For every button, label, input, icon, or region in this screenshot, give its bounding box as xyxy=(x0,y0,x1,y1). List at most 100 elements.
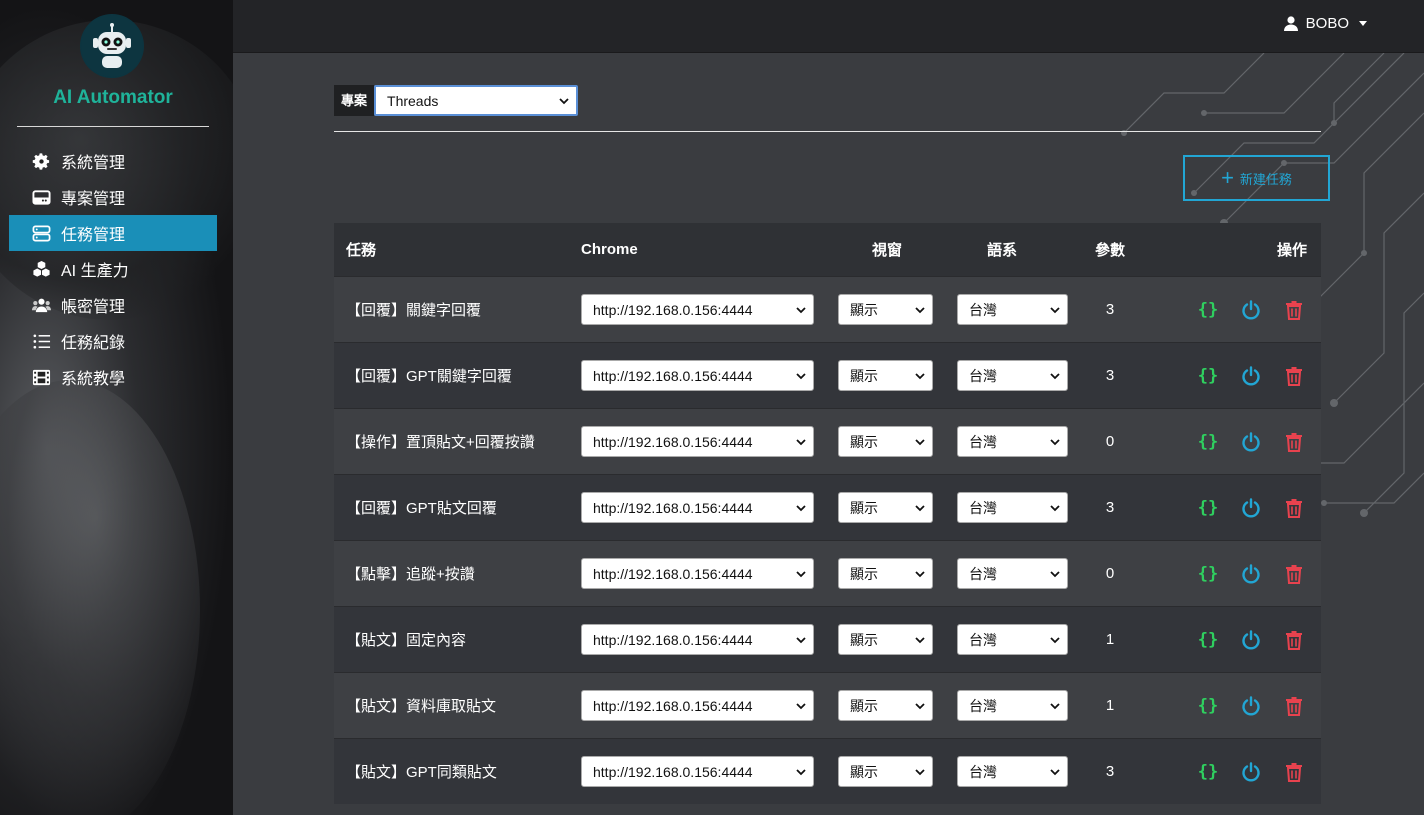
delete-button[interactable] xyxy=(1281,495,1307,521)
chevron-down-icon xyxy=(796,306,806,313)
window-select[interactable]: 顯示 xyxy=(838,426,933,457)
delete-button[interactable] xyxy=(1281,693,1307,719)
chrome-select[interactable]: http://192.168.0.156:4444 xyxy=(581,558,814,589)
language-select[interactable]: 台灣 xyxy=(957,690,1068,721)
chevron-down-icon xyxy=(915,504,925,511)
params-count: 1 xyxy=(1105,631,1115,648)
run-button[interactable] xyxy=(1238,297,1264,323)
language-select-value: 台灣 xyxy=(969,697,997,714)
window-select[interactable]: 顯示 xyxy=(838,294,933,325)
chrome-select[interactable]: http://192.168.0.156:4444 xyxy=(581,624,814,655)
params-count: 0 xyxy=(1105,433,1115,450)
delete-button[interactable] xyxy=(1281,759,1307,785)
sidebar-item-tutorial[interactable]: 系統教學 xyxy=(9,359,217,395)
chevron-down-icon xyxy=(559,97,569,104)
window-select[interactable]: 顯示 xyxy=(838,690,933,721)
row-actions: {} xyxy=(1130,363,1321,389)
sidebar-item-projects[interactable]: 專案管理 xyxy=(9,179,217,215)
window-select-value: 顯示 xyxy=(850,433,878,450)
table-row: 【貼文】資料庫取貼文 http://192.168.0.156:4444 顯示 … xyxy=(334,672,1321,738)
edit-params-button[interactable]: {} xyxy=(1195,627,1221,653)
chevron-down-icon xyxy=(915,768,925,775)
chrome-select[interactable]: http://192.168.0.156:4444 xyxy=(581,756,814,787)
edit-params-button[interactable]: {} xyxy=(1195,429,1221,455)
language-select[interactable]: 台灣 xyxy=(957,558,1068,589)
window-select[interactable]: 顯示 xyxy=(838,756,933,787)
chrome-select[interactable]: http://192.168.0.156:4444 xyxy=(581,426,814,457)
row-actions: {} xyxy=(1130,297,1321,323)
sidebar-item-tasks[interactable]: 任務管理 xyxy=(9,215,217,251)
braces-icon: {} xyxy=(1197,563,1219,584)
divider xyxy=(17,126,209,127)
new-task-label: 新建任務 xyxy=(1239,171,1292,187)
window-select[interactable]: 顯示 xyxy=(838,360,933,391)
header-language: 語系 xyxy=(987,242,1018,259)
window-select-value: 顯示 xyxy=(850,565,878,582)
sidebar-item-accounts[interactable]: 帳密管理 xyxy=(9,287,217,323)
task-name: 【回覆】關鍵字回覆 xyxy=(346,302,482,319)
chevron-down-icon xyxy=(1050,570,1060,577)
edit-params-button[interactable]: {} xyxy=(1195,495,1221,521)
power-icon xyxy=(1242,431,1260,451)
row-actions: {} xyxy=(1130,429,1321,455)
trash-icon xyxy=(1286,366,1302,386)
project-select-value: Threads xyxy=(387,92,439,109)
trash-icon xyxy=(1286,300,1302,320)
language-select[interactable]: 台灣 xyxy=(957,294,1068,325)
language-select[interactable]: 台灣 xyxy=(957,756,1068,787)
braces-icon: {} xyxy=(1197,497,1219,518)
window-select[interactable]: 顯示 xyxy=(838,624,933,655)
delete-button[interactable] xyxy=(1281,429,1307,455)
run-button[interactable] xyxy=(1238,693,1264,719)
run-button[interactable] xyxy=(1238,759,1264,785)
window-select[interactable]: 顯示 xyxy=(838,558,933,589)
run-button[interactable] xyxy=(1238,363,1264,389)
language-select[interactable]: 台灣 xyxy=(957,360,1068,391)
window-select-value: 顯示 xyxy=(850,499,878,516)
language-select[interactable]: 台灣 xyxy=(957,492,1068,523)
run-button[interactable] xyxy=(1238,429,1264,455)
gear-icon xyxy=(31,151,51,171)
chevron-down-icon xyxy=(1050,636,1060,643)
sidebar-item-label: 帳密管理 xyxy=(61,299,126,316)
sidebar-item-task-log[interactable]: 任務紀錄 xyxy=(9,323,217,359)
row-actions: {} xyxy=(1130,627,1321,653)
user-menu[interactable]: BOBO xyxy=(1283,15,1367,32)
user-icon xyxy=(1283,16,1298,31)
edit-params-button[interactable]: {} xyxy=(1195,363,1221,389)
chevron-down-icon xyxy=(796,504,806,511)
edit-params-button[interactable]: {} xyxy=(1195,297,1221,323)
list-icon xyxy=(31,331,51,351)
drive-icon xyxy=(31,187,51,207)
table-row: 【回覆】GPT貼文回覆 http://192.168.0.156:4444 顯示… xyxy=(334,474,1321,540)
chrome-select[interactable]: http://192.168.0.156:4444 xyxy=(581,360,814,391)
trash-icon xyxy=(1286,630,1302,650)
edit-params-button[interactable]: {} xyxy=(1195,759,1221,785)
params-count: 3 xyxy=(1105,301,1115,318)
chrome-select[interactable]: http://192.168.0.156:4444 xyxy=(581,294,814,325)
chrome-select[interactable]: http://192.168.0.156:4444 xyxy=(581,690,814,721)
delete-button[interactable] xyxy=(1281,363,1307,389)
delete-button[interactable] xyxy=(1281,297,1307,323)
run-button[interactable] xyxy=(1238,627,1264,653)
language-select[interactable]: 台灣 xyxy=(957,426,1068,457)
project-select[interactable]: Threads xyxy=(374,85,579,116)
window-select[interactable]: 顯示 xyxy=(838,492,933,523)
sidebar-item-system[interactable]: 系統管理 xyxy=(9,143,217,179)
new-task-button[interactable]: + 新建任務 xyxy=(1183,155,1330,201)
sidebar-item-ai-productivity[interactable]: AI 生產力 xyxy=(9,251,217,287)
chevron-down-icon xyxy=(915,636,925,643)
delete-button[interactable] xyxy=(1281,627,1307,653)
edit-params-button[interactable]: {} xyxy=(1195,561,1221,587)
chevron-down-icon xyxy=(1050,306,1060,313)
language-select[interactable]: 台灣 xyxy=(957,624,1068,655)
row-actions: {} xyxy=(1130,693,1321,719)
delete-button[interactable] xyxy=(1281,561,1307,587)
trash-icon xyxy=(1286,696,1302,716)
edit-params-button[interactable]: {} xyxy=(1195,693,1221,719)
run-button[interactable] xyxy=(1238,561,1264,587)
run-button[interactable] xyxy=(1238,495,1264,521)
chrome-select-value: http://192.168.0.156:4444 xyxy=(593,697,753,714)
power-icon xyxy=(1242,761,1260,781)
chrome-select[interactable]: http://192.168.0.156:4444 xyxy=(581,492,814,523)
